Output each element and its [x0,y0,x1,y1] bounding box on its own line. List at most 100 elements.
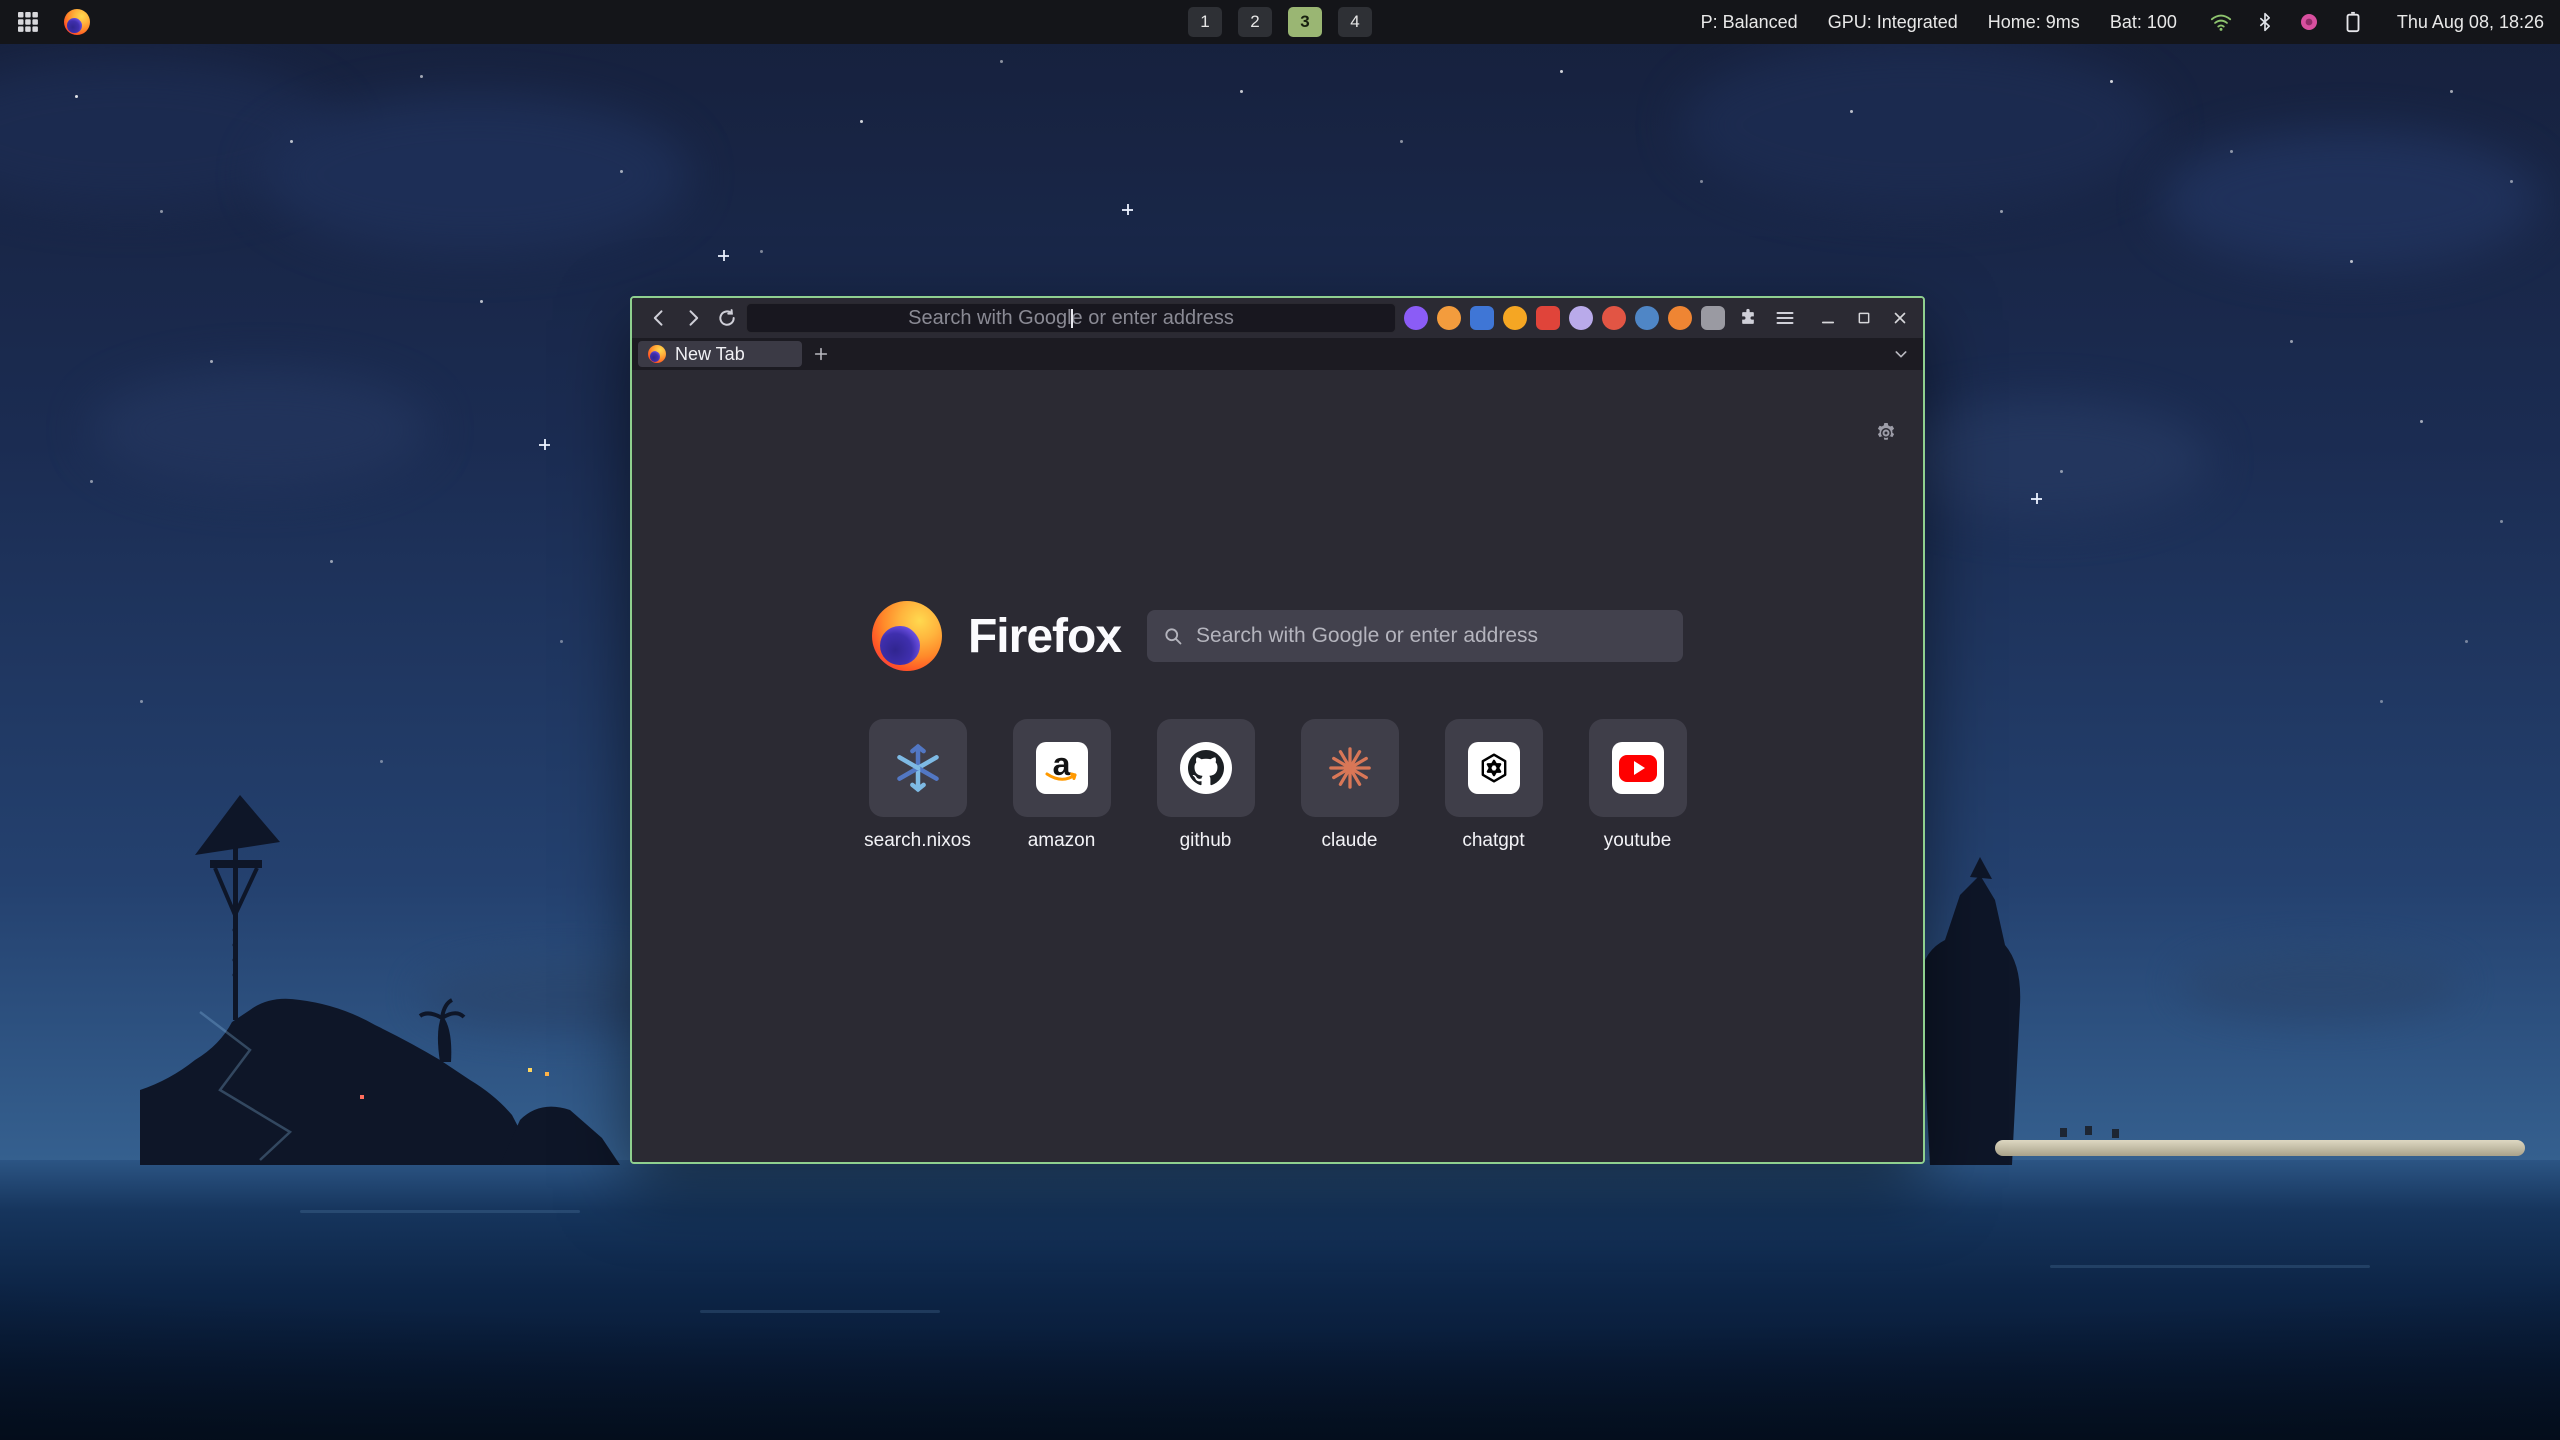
cloud [2180,950,2460,1020]
extensions-puzzle-icon[interactable] [1734,304,1762,332]
shortcut-search-nixos[interactable]: search.nixos [869,719,967,852]
extension-icon[interactable] [1569,306,1593,330]
wave [700,1310,940,1313]
cloud [260,95,690,255]
shortcut-label: chatgpt [1462,830,1524,852]
shortcut-chatgpt[interactable]: chatgpt [1445,719,1543,852]
reload-button[interactable] [710,303,744,333]
island-light [528,1068,532,1072]
ping-status: Home: 9ms [1988,12,2080,33]
back-button[interactable] [642,303,676,333]
nixos-snowflake-icon [891,741,945,795]
battery-icon[interactable] [2339,8,2367,36]
shortcut-card[interactable] [1589,719,1687,817]
bluetooth-icon[interactable] [2251,8,2279,36]
island-light [545,1072,549,1076]
firefox-wordmark: Firefox [968,609,1121,664]
firefox-favicon [648,345,666,363]
newtab-search-bar[interactable] [1147,610,1683,662]
extension-icon[interactable] [1602,306,1626,330]
text-caret [1071,309,1073,328]
status-bar: 1 2 3 4 P: Balanced GPU: Integrated Home… [0,0,2560,44]
tab-strip: New Tab [632,338,1923,370]
shortcut-claude[interactable]: claude [1301,719,1399,852]
firefox-window: New Tab Firefox [630,296,1925,1164]
github-octocat-icon [1180,742,1232,794]
wave [300,1210,580,1213]
star [1122,204,1133,215]
cloud [1880,400,2210,520]
beach-hut [2060,1128,2067,1137]
cloud [1680,40,2160,210]
cloud [2160,130,2540,270]
extension-icon[interactable] [1503,306,1527,330]
workspace-label: 1 [1200,12,1209,32]
extension-icon[interactable] [1701,306,1725,330]
menu-hamburger-icon[interactable] [1771,304,1799,332]
shortcut-card[interactable]: a [1013,719,1111,817]
extension-toolbar [1404,304,1799,332]
workspace-4[interactable]: 4 [1338,7,1372,37]
shortcut-label: search.nixos [864,830,971,852]
extension-icon[interactable] [1635,306,1659,330]
gpu-status: GPU: Integrated [1828,12,1958,33]
forward-button[interactable] [676,303,710,333]
extension-icon[interactable] [1437,306,1461,330]
firefox-taskbar-icon[interactable] [64,9,90,35]
shortcut-amazon[interactable]: a amazon [1013,719,1111,852]
url-bar[interactable] [746,303,1396,333]
battery-status: Bat: 100 [2110,12,2177,33]
browser-toolbar [632,298,1923,338]
claude-starburst-icon [1327,745,1373,791]
beach-hut [2112,1129,2119,1138]
newtab-search-input[interactable] [1196,610,1667,662]
desktop: 1 2 3 4 P: Balanced GPU: Integrated Home… [0,0,2560,1440]
extension-icon[interactable] [1536,306,1560,330]
shortcuts-row: search.nixos a amazon [869,719,1687,852]
shortcut-github[interactable]: github [1157,719,1255,852]
power-profile-status: P: Balanced [1701,12,1798,33]
workspace-label: 2 [1250,12,1259,32]
amazon-smile [1045,771,1079,785]
window-controls [1815,305,1913,331]
star [718,250,729,261]
app-launcher-icon[interactable] [14,8,42,36]
beach [1995,1140,2525,1156]
workspace-3-active[interactable]: 3 [1288,7,1322,37]
shortcut-card[interactable] [1445,719,1543,817]
shortcut-card[interactable] [869,719,967,817]
shortcut-youtube[interactable]: youtube [1589,719,1687,852]
star [2031,493,2042,504]
firefox-logo [872,601,942,671]
shortcut-card[interactable] [1157,719,1255,817]
firefox-hero: Firefox [872,600,1683,672]
star [539,439,550,450]
shortcut-label: amazon [1028,830,1096,852]
amazon-icon: a [1036,742,1088,794]
maximize-button[interactable] [1851,305,1877,331]
workspace-2[interactable]: 2 [1238,7,1272,37]
tabs-list-chevron-icon[interactable] [1891,341,1917,367]
extension-icon[interactable] [1470,306,1494,330]
tab-label: New Tab [675,344,745,365]
minimize-button[interactable] [1815,305,1841,331]
tab-new-tab[interactable]: New Tab [638,341,802,367]
beach-hut [2085,1126,2092,1135]
ocean-vignette [0,1160,2560,1440]
island-light [360,1095,364,1099]
chatgpt-knot-icon [1468,742,1520,794]
indicator-icon[interactable] [2295,8,2323,36]
wave [2050,1265,2370,1268]
newtab-settings-gear-icon[interactable] [1873,420,1899,446]
shortcut-label: github [1180,830,1232,852]
workspace-1[interactable]: 1 [1188,7,1222,37]
workspace-label: 4 [1350,12,1359,32]
workspace-label: 3 [1300,12,1309,32]
extension-icon[interactable] [1404,306,1428,330]
shortcut-card[interactable] [1301,719,1399,817]
system-tray [2207,8,2367,36]
extension-icon[interactable] [1668,306,1692,330]
network-icon[interactable] [2207,8,2235,36]
new-tab-button[interactable] [808,341,834,367]
close-button[interactable] [1887,305,1913,331]
